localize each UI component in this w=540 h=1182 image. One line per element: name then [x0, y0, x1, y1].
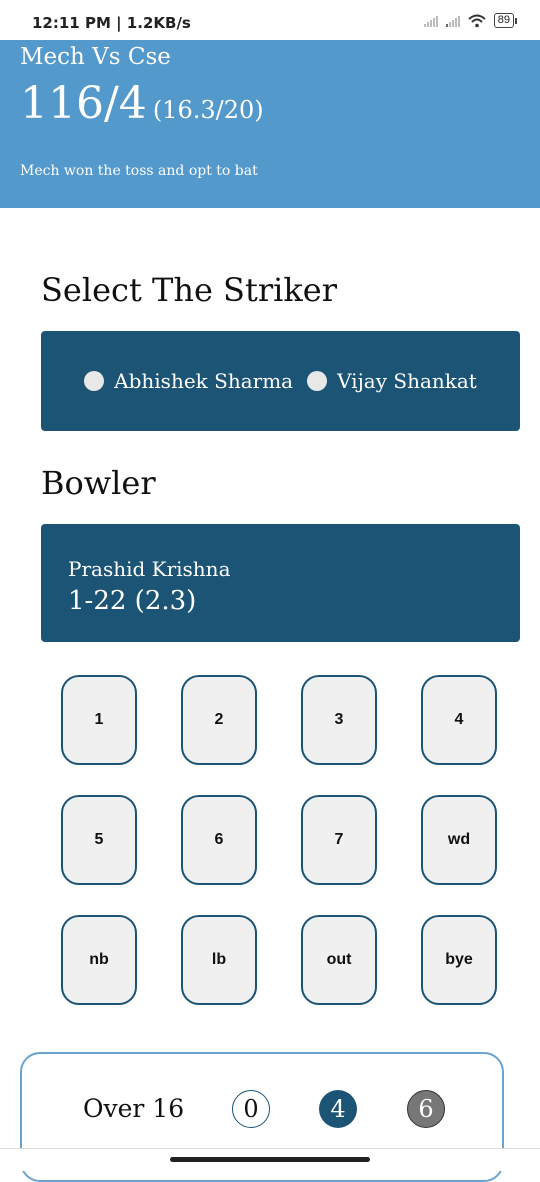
striker-panel: Abhishek Sharma Vijay Shankat — [41, 331, 520, 431]
key-1[interactable]: 1 — [61, 675, 137, 765]
key-4[interactable]: 4 — [421, 675, 497, 765]
bowler-name: Prashid Krishna — [68, 557, 231, 581]
key-bye[interactable]: bye — [421, 915, 497, 1005]
status-time: 12:11 PM | 1.2KB/s — [32, 14, 191, 32]
key-6[interactable]: 6 — [181, 795, 257, 885]
key-7[interactable]: 7 — [301, 795, 377, 885]
score-line: 116/4 (16.3/20) — [20, 78, 264, 129]
radio-button[interactable] — [84, 371, 105, 391]
key-5[interactable]: 5 — [61, 795, 137, 885]
striker-options: Abhishek Sharma Vijay Shankat — [41, 331, 520, 431]
key-3[interactable]: 3 — [301, 675, 377, 765]
score: 116/4 — [20, 78, 147, 129]
status-bar: 12:11 PM | 1.2KB/s 89 — [0, 0, 540, 40]
overs: (16.3/20) — [152, 96, 264, 124]
navigation-bar — [0, 1148, 540, 1171]
bowler-heading: Bowler — [41, 464, 156, 502]
ball-six: 6 — [407, 1090, 445, 1128]
bowler-panel: Prashid Krishna 1-22 (2.3) — [41, 524, 520, 642]
ball-boundary: 4 — [319, 1090, 357, 1128]
striker-option-1[interactable]: Abhishek Sharma — [84, 369, 293, 393]
radio-button[interactable] — [307, 371, 328, 391]
striker-option-label: Vijay Shankat — [337, 369, 477, 393]
key-2[interactable]: 2 — [181, 675, 257, 765]
key-wide[interactable]: wd — [421, 795, 497, 885]
key-out[interactable]: out — [301, 915, 377, 1005]
striker-option-2[interactable]: Vijay Shankat — [307, 369, 477, 393]
key-leg-bye[interactable]: lb — [181, 915, 257, 1005]
home-gesture-bar[interactable] — [170, 1157, 370, 1162]
wifi-icon — [468, 14, 486, 27]
over-label: Over 16 — [83, 1094, 185, 1123]
striker-option-label: Abhishek Sharma — [114, 369, 294, 393]
ball-outline: 0 — [232, 1090, 270, 1128]
match-title: Mech Vs Cse — [20, 44, 171, 70]
match-header: Mech Vs Cse 116/4 (16.3/20) Mech won the … — [0, 40, 540, 208]
battery-icon: 89 — [493, 13, 518, 28]
signal-icon — [423, 15, 438, 27]
toss-info: Mech won the toss and opt to bat — [20, 163, 258, 179]
signal-icon-2 — [445, 15, 460, 27]
key-no-ball[interactable]: nb — [61, 915, 137, 1005]
status-icons: 89 — [423, 13, 518, 28]
striker-heading: Select The Striker — [41, 271, 337, 309]
bowler-figures: 1-22 (2.3) — [68, 586, 197, 616]
